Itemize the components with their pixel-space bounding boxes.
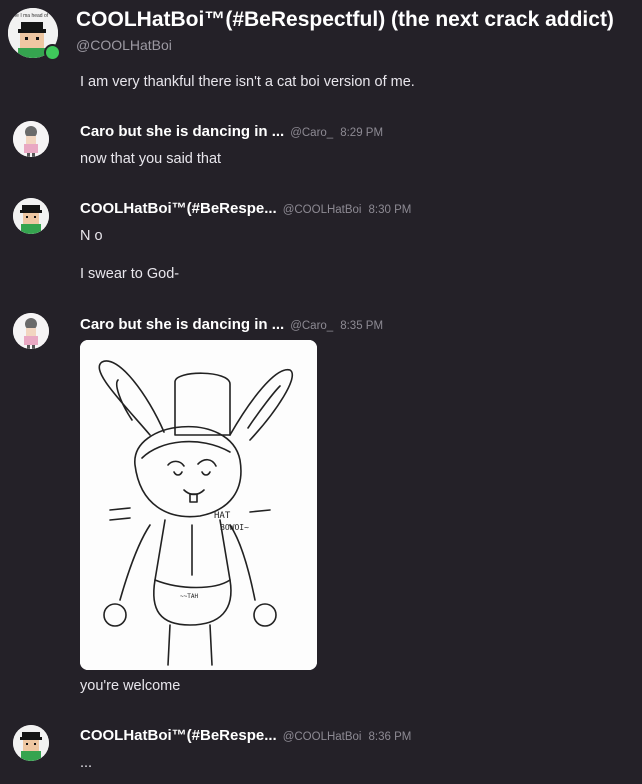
profile-handle: @COOLHatBoi: [76, 37, 172, 53]
online-status-indicator: [44, 44, 61, 61]
author-handle: @COOLHatBoi: [282, 204, 362, 216]
author-avatar[interactable]: [13, 725, 49, 761]
message-header: Caro but she is dancing in ... @Caro_ 8:29…: [80, 123, 383, 141]
author-avatar[interactable]: [13, 121, 49, 157]
author-name[interactable]: Caro but she is dancing in ...: [80, 123, 284, 140]
timestamp: 8:36 PM: [368, 731, 412, 743]
drawing-caption-line2: BOWOI~: [220, 523, 249, 532]
message-text: you're welcome: [80, 678, 181, 694]
author-name[interactable]: COOLHatBoi™(#BeRespe...: [80, 727, 277, 744]
avatar-caption: me I ma head of: [12, 13, 49, 19]
message-header: COOLHatBoi™(#BeRespe... @COOLHatBoi 8:30 P…: [80, 200, 411, 218]
message-header: COOLHatBoi™(#BeRespe... @COOLHatBoi 8:36 P…: [80, 727, 411, 745]
author-handle: @Caro_: [290, 127, 334, 139]
author-name[interactable]: Caro but she is dancing in ...: [80, 316, 284, 333]
message-header: Caro but she is dancing in ... @Caro_ 8:35…: [80, 316, 383, 334]
author-handle: @Caro_: [290, 320, 334, 332]
profile-display-name: COOLHatBoi™(#BeRespectful) (the next cra…: [76, 8, 614, 31]
author-avatar[interactable]: [13, 198, 49, 234]
author-name[interactable]: COOLHatBoi™(#BeRespe...: [80, 200, 277, 217]
drawing-caption-line1: HAT: [214, 511, 231, 521]
timestamp: 8:30 PM: [368, 204, 412, 216]
message-text: ...: [80, 755, 93, 771]
timestamp: 8:29 PM: [340, 127, 384, 139]
message-text: I swear to God-: [80, 266, 180, 282]
author-handle: @COOLHatBoi: [282, 731, 362, 743]
timestamp: 8:35 PM: [340, 320, 384, 332]
message-text: N o: [80, 228, 103, 244]
message-text: now that you said that: [80, 151, 222, 167]
drawing-apron-text: ~~TAH: [180, 593, 198, 600]
author-avatar[interactable]: [13, 313, 49, 349]
image-attachment[interactable]: HAT BOWOI~ ~~TAH: [80, 340, 317, 670]
message-text: I am very thankful there isn't a cat boi…: [80, 74, 415, 90]
